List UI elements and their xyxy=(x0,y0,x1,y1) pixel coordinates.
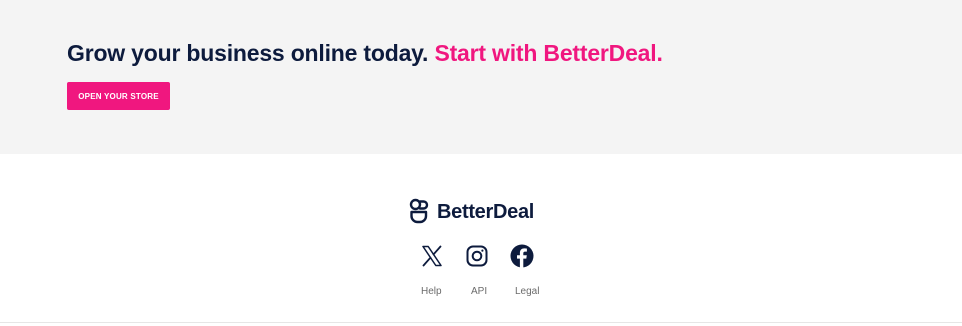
footer-link-api[interactable]: API xyxy=(471,285,487,299)
footer-link-help[interactable]: Help xyxy=(421,285,442,299)
facebook-link[interactable] xyxy=(510,244,534,268)
instagram-link[interactable] xyxy=(465,244,489,268)
page: Grow your business online today. Start w… xyxy=(0,0,962,326)
instagram-icon xyxy=(466,245,488,267)
x-link[interactable] xyxy=(420,244,444,268)
brand-name: BetterDeal xyxy=(437,201,535,223)
cta-heading-accent: Start with BetterDeal. xyxy=(434,40,663,66)
betterdeal-logo-icon xyxy=(409,198,429,224)
bottom-divider xyxy=(0,322,962,323)
x-icon xyxy=(422,245,442,267)
brand-logo-link[interactable]: BetterDeal xyxy=(409,198,534,226)
footer-link-legal[interactable]: Legal xyxy=(515,285,539,299)
cta-heading: Grow your business online today. Start w… xyxy=(67,38,663,68)
cta-heading-main: Grow your business online today. xyxy=(67,40,429,66)
footer: BetterDeal Help API Legal xyxy=(0,154,962,326)
open-your-store-button[interactable]: OPEN YOUR STORE xyxy=(67,82,170,110)
cta-banner: Grow your business online today. Start w… xyxy=(0,0,962,154)
facebook-icon xyxy=(510,244,534,268)
